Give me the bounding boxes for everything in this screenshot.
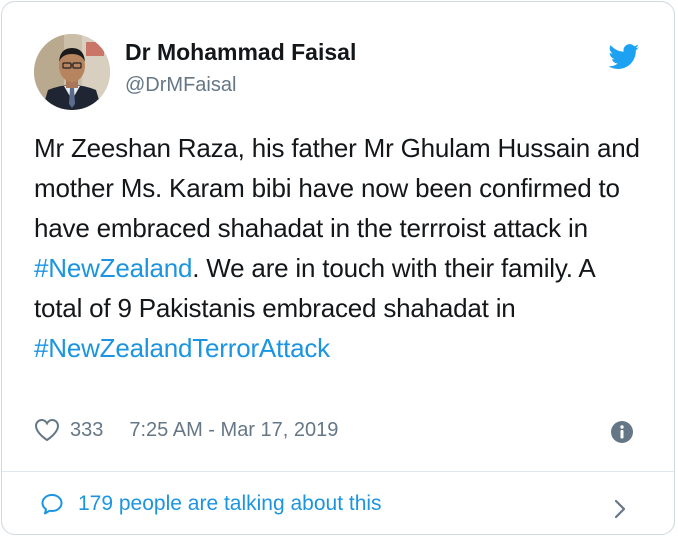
chevron-right-icon[interactable] bbox=[612, 497, 628, 521]
twitter-bird-icon[interactable] bbox=[608, 44, 640, 70]
speech-bubble-icon bbox=[41, 494, 63, 515]
tweet-timestamp[interactable]: 7:25 AM - Mar 17, 2019 bbox=[129, 419, 338, 442]
author-handle[interactable]: @DrMFaisal bbox=[125, 72, 236, 98]
tweet-text-part1: Mr Zeeshan Raza, his father Mr Ghulam Hu… bbox=[34, 133, 640, 243]
talking-about-text: 179 people are talking about this bbox=[78, 492, 382, 515]
profile-photo-icon bbox=[34, 34, 110, 110]
talking-about-link[interactable]: 179 people are talking about this bbox=[40, 492, 382, 516]
hashtag-newzealand-link[interactable]: #NewZealand bbox=[34, 253, 192, 283]
hashtag-newzealandterrorattack-link[interactable]: #NewZealandTerrorAttack bbox=[34, 333, 330, 363]
tweet-text: Mr Zeeshan Raza, his father Mr Ghulam Hu… bbox=[34, 128, 649, 368]
avatar[interactable] bbox=[34, 34, 110, 110]
tweet-meta: 333 7:25 AM - Mar 17, 2019 bbox=[34, 415, 338, 445]
tweet-card: Dr Mohammad Faisal @DrMFaisal Mr Zeeshan… bbox=[1, 1, 675, 535]
info-icon[interactable] bbox=[610, 420, 634, 444]
divider bbox=[2, 471, 674, 472]
author-display-name[interactable]: Dr Mohammad Faisal bbox=[125, 38, 356, 66]
like-count[interactable]: 333 bbox=[70, 419, 103, 442]
heart-icon[interactable] bbox=[34, 418, 60, 442]
